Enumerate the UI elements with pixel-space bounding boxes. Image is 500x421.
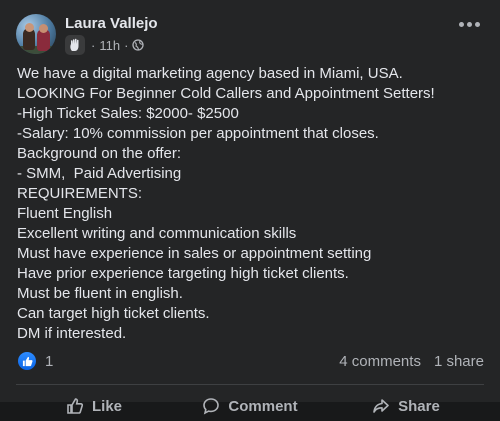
comment-button[interactable]: Comment	[172, 391, 328, 421]
post-line: We have a digital marketing agency based…	[17, 65, 403, 82]
comments-count[interactable]: 4 comments	[339, 353, 421, 370]
post-line: Can target high ticket clients.	[17, 305, 210, 322]
post-stats: 4 comments 1 share	[339, 353, 484, 370]
post-line: -Salary: 10% commission per appointment …	[17, 125, 379, 142]
wave-hand-icon[interactable]	[65, 35, 85, 55]
more-dots-icon[interactable]	[459, 22, 480, 27]
post-body: We have a digital marketing agency based…	[17, 64, 487, 344]
post-line: DM if interested.	[17, 325, 127, 342]
post-line: - SMM, Paid Advertising	[17, 165, 182, 182]
divider	[16, 384, 484, 385]
post-time[interactable]: 11h	[99, 38, 120, 53]
post-line: -High Ticket Sales: $2000- $2500	[17, 105, 239, 122]
action-bar: Like Comment Share	[16, 391, 484, 421]
share-button[interactable]: Share	[328, 391, 484, 421]
post-line: Have prior experience targeting high tic…	[17, 265, 349, 282]
post-line: Excellent writing and communication skil…	[17, 225, 297, 242]
like-button[interactable]: Like	[16, 391, 172, 421]
share-label: Share	[398, 397, 440, 415]
author-name[interactable]: Laura Vallejo	[65, 15, 158, 32]
reaction-count[interactable]: 1	[45, 353, 53, 370]
post-line: Fluent English	[17, 205, 113, 222]
like-label: Like	[91, 397, 122, 415]
post-line: REQUIREMENTS:	[17, 185, 143, 202]
meta-separator: ·	[91, 37, 96, 53]
globe-icon[interactable]	[132, 39, 145, 51]
like-reaction-icon	[18, 352, 36, 370]
share-icon	[373, 399, 389, 413]
post-line: Must be fluent in english.	[17, 285, 183, 302]
thumbs-up-icon	[67, 398, 84, 414]
post-card: Laura Vallejo · 11h · We have a digital …	[0, 0, 500, 415]
post-line: Background on the offer:	[17, 145, 182, 162]
shares-count[interactable]: 1 share	[434, 353, 484, 370]
meta-separator: ·	[124, 37, 129, 53]
comment-label: Comment	[228, 397, 298, 415]
author-avatar[interactable]	[16, 14, 56, 54]
comment-icon	[203, 398, 220, 415]
reaction-summary[interactable]: 1	[18, 352, 53, 370]
post-meta: · 11h ·	[65, 35, 145, 55]
post-line: LOOKING For Beginner Cold Callers and Ap…	[17, 85, 435, 102]
post-line: Must have experience in sales or appoint…	[17, 245, 372, 262]
